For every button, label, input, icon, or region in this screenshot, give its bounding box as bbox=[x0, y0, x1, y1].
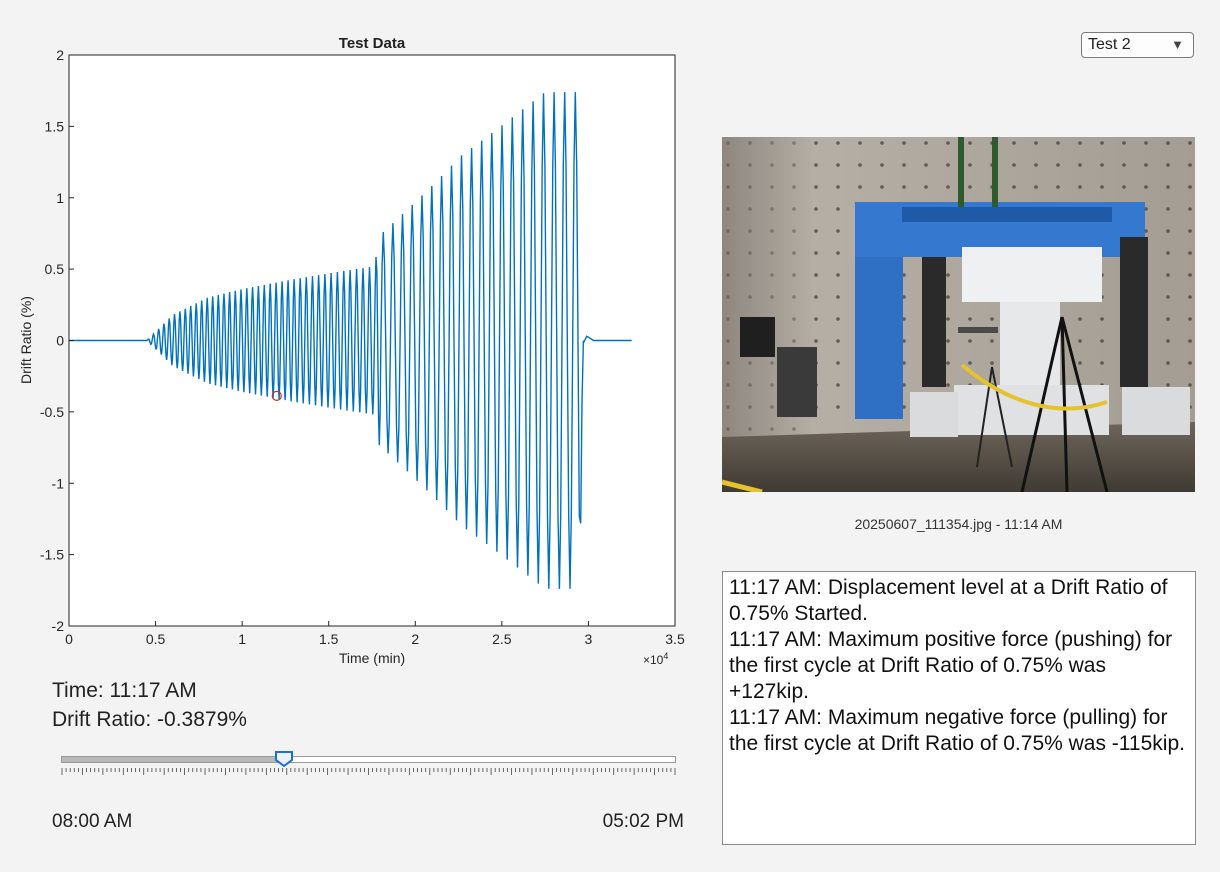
test-select-dropdown[interactable]: Test 2 ▼ bbox=[1081, 32, 1194, 58]
x-tick-label: 3 bbox=[585, 631, 593, 647]
chevron-down-icon: ▼ bbox=[1171, 37, 1184, 52]
y-tick-label: 1.5 bbox=[45, 118, 65, 134]
chart-title: Test Data bbox=[339, 35, 406, 52]
y-axis-label: Drift Ratio (%) bbox=[18, 296, 34, 384]
x-tick-label: 1 bbox=[238, 631, 246, 647]
photo-caption: 20250607_111354.jpg - 11:14 AM bbox=[854, 516, 1063, 532]
time-slider-fill bbox=[62, 757, 286, 762]
test-select-value: Test 2 bbox=[1088, 36, 1131, 53]
y-tick-label: 0.5 bbox=[45, 261, 65, 277]
x-axis-exponent: ×104 bbox=[643, 651, 668, 667]
time-slider-ticks bbox=[61, 768, 676, 775]
x-tick-label: 2.5 bbox=[492, 631, 512, 647]
slider-start-label: 08:00 AM bbox=[52, 811, 133, 832]
y-tick-label: -2 bbox=[52, 618, 65, 634]
x-axis-label: Time (min) bbox=[339, 650, 405, 666]
y-tick-label: 1 bbox=[56, 190, 64, 206]
x-tick-label: 2 bbox=[411, 631, 419, 647]
time-readout: Time: 11:17 AM bbox=[52, 679, 197, 702]
test-data-chart: 0 0.5 1 1.5 2 2.5 3 3.5 2 1.5 1 0.5 0 -0.5 -1 -1.5 -2 Te… bbox=[18, 35, 685, 667]
drift-ratio-readout: Drift Ratio: -0.3879% bbox=[52, 708, 247, 731]
y-tick-label: -1 bbox=[52, 475, 65, 491]
log-line: 11:17 AM: Maximum negative force (pullin… bbox=[729, 706, 1185, 755]
x-tick-label: 1.5 bbox=[319, 631, 339, 647]
y-tick-label: 2 bbox=[56, 47, 64, 63]
slider-end-label: 05:02 PM bbox=[602, 811, 684, 832]
y-tick-label: 0 bbox=[56, 333, 64, 349]
x-tick-label: 0.5 bbox=[146, 631, 166, 647]
log-line: 11:17 AM: Displacement level at a Drift … bbox=[729, 576, 1168, 625]
event-log-textarea[interactable]: 11:17 AM: Displacement level at a Drift … bbox=[722, 571, 1196, 845]
log-line: 11:17 AM: Maximum positive force (pushin… bbox=[729, 628, 1173, 703]
x-tick-label: 3.5 bbox=[665, 631, 685, 647]
time-slider-track[interactable] bbox=[61, 756, 676, 763]
y-tick-label: -1.5 bbox=[40, 547, 64, 563]
x-tick-label: 0 bbox=[65, 631, 73, 647]
y-tick-label: -0.5 bbox=[40, 404, 64, 420]
test-photo bbox=[722, 137, 1195, 492]
time-slider-thumb[interactable] bbox=[274, 750, 294, 768]
test-setup-photo-image bbox=[722, 137, 1195, 492]
